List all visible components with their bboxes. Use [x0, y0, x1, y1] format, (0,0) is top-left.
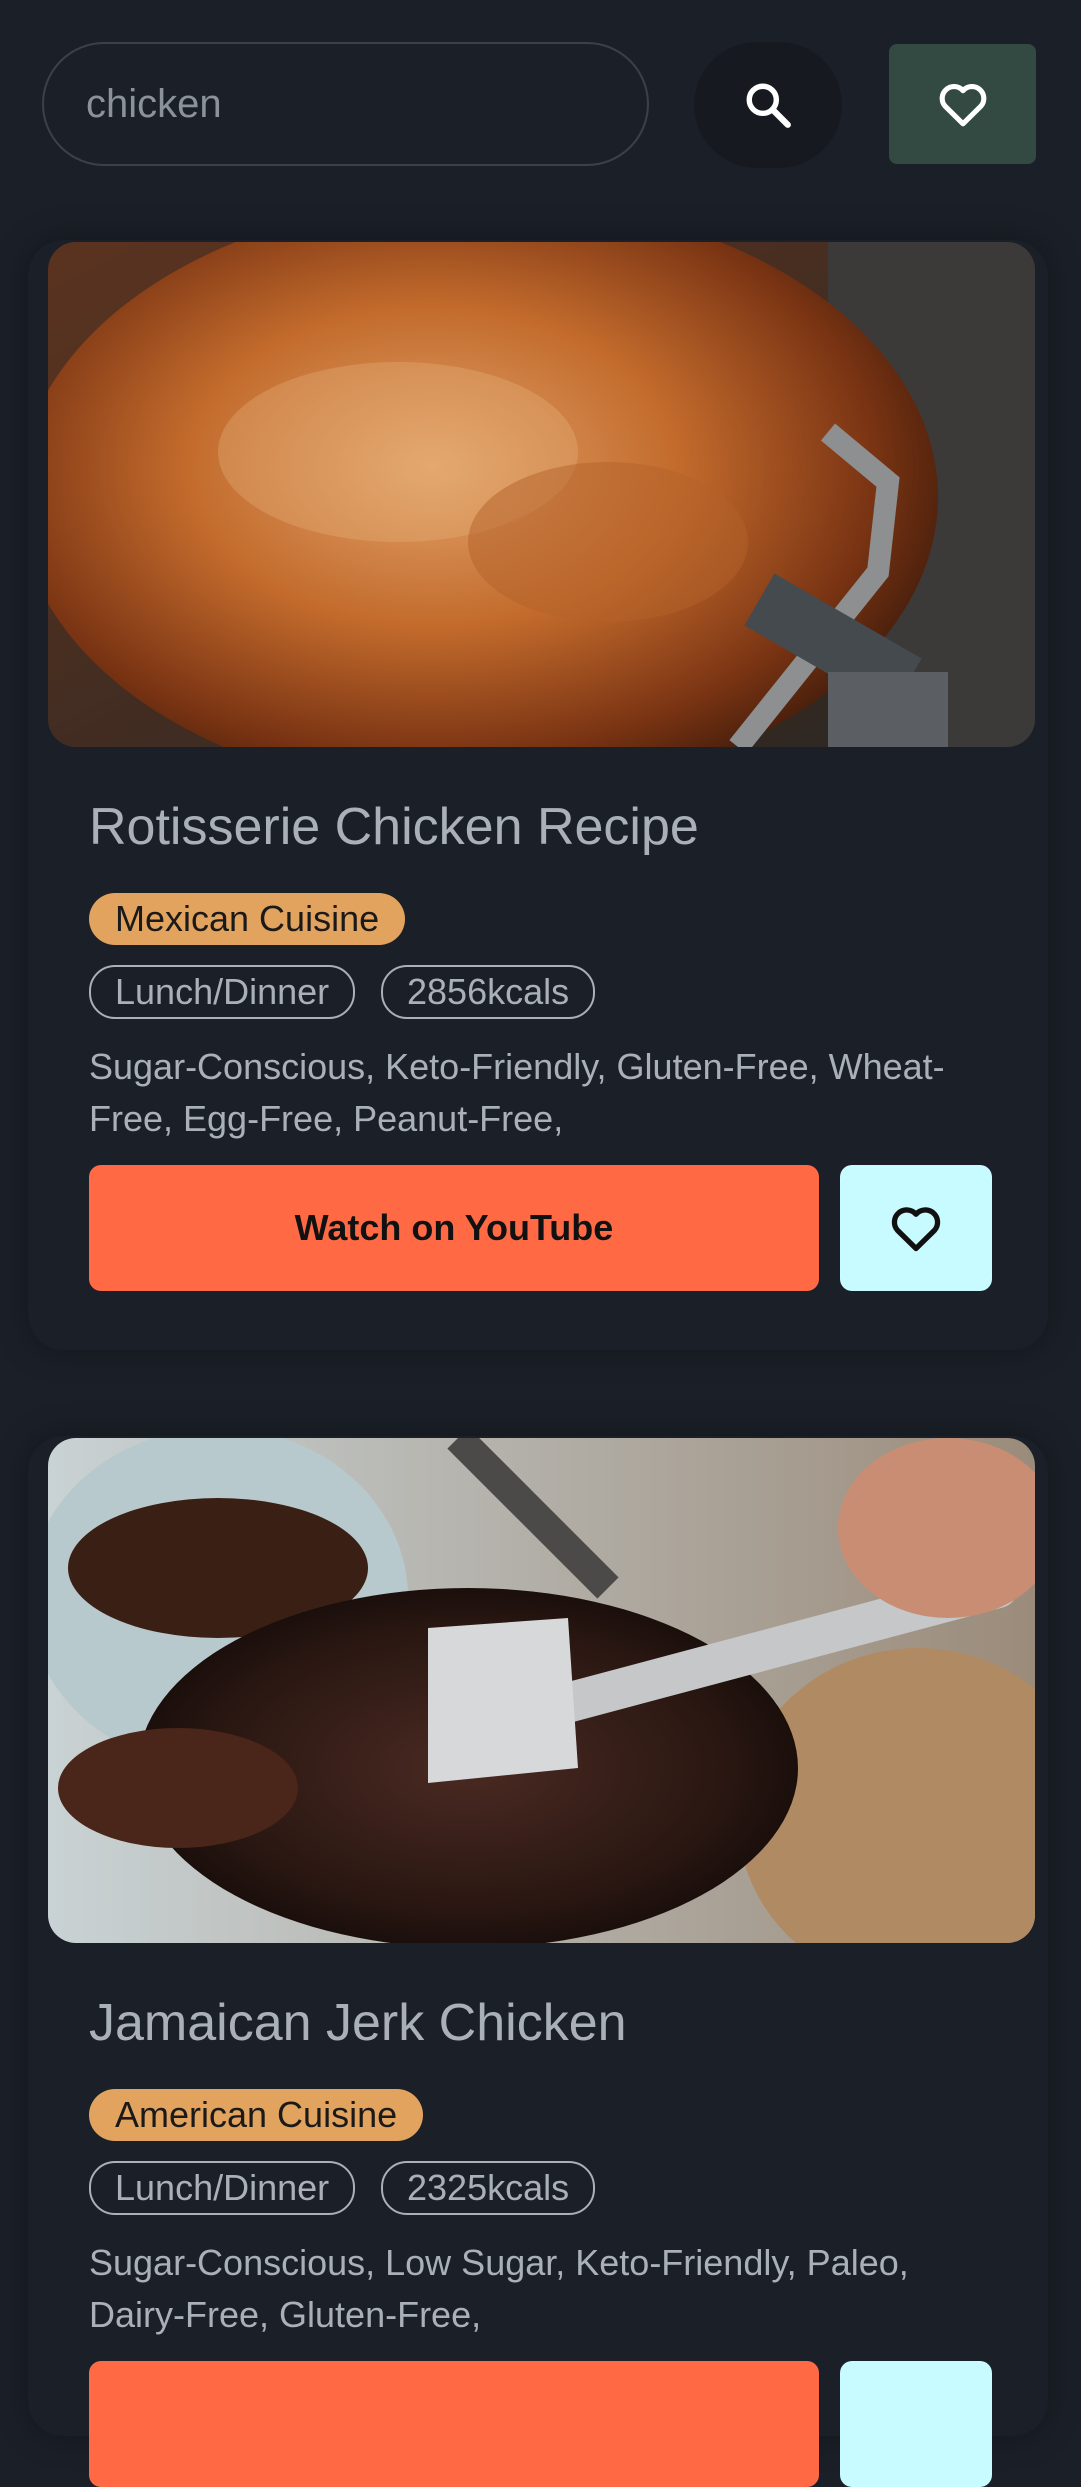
heart-icon	[939, 84, 986, 127]
meal-type-tag: Lunch/Dinner	[89, 965, 356, 1019]
search-icon	[746, 83, 791, 128]
favorite-button[interactable]	[840, 2361, 992, 2487]
calories-tag: 2856kcals	[381, 965, 596, 1019]
search-input[interactable]: chicken	[42, 42, 649, 166]
health-labels: Sugar-Conscious, Keto-Friendly, Gluten-F…	[89, 1046, 945, 1139]
favorite-button[interactable]	[840, 1165, 992, 1291]
search-button[interactable]	[694, 42, 842, 168]
recipe-title: Jamaican Jerk Chicken	[89, 1994, 627, 2052]
recipe-image	[48, 242, 1035, 747]
watch-youtube-button[interactable]	[89, 2361, 819, 2487]
cuisine-badge: Mexican Cuisine	[89, 893, 406, 945]
health-labels: Sugar-Conscious, Low Sugar, Keto-Friendl…	[89, 2242, 909, 2335]
calories-tag: 2325kcals	[381, 2161, 596, 2215]
search-input-value: chicken	[86, 81, 222, 126]
recipe-card: Rotisserie Chicken Recipe Mexican Cuisin…	[28, 240, 1048, 1350]
watch-youtube-button[interactable]: Watch on YouTube	[89, 1165, 819, 1291]
recipe-image	[48, 1438, 1035, 1943]
heart-icon	[891, 1207, 941, 1252]
recipe-title: Rotisserie Chicken Recipe	[89, 798, 699, 856]
top-bar: chicken	[0, 0, 1081, 200]
cuisine-badge: American Cuisine	[89, 2089, 424, 2141]
meal-type-tag: Lunch/Dinner	[89, 2161, 356, 2215]
favorites-nav-button[interactable]	[889, 44, 1036, 164]
recipe-card: Jamaican Jerk Chicken American Cuisine L…	[28, 1436, 1048, 2487]
